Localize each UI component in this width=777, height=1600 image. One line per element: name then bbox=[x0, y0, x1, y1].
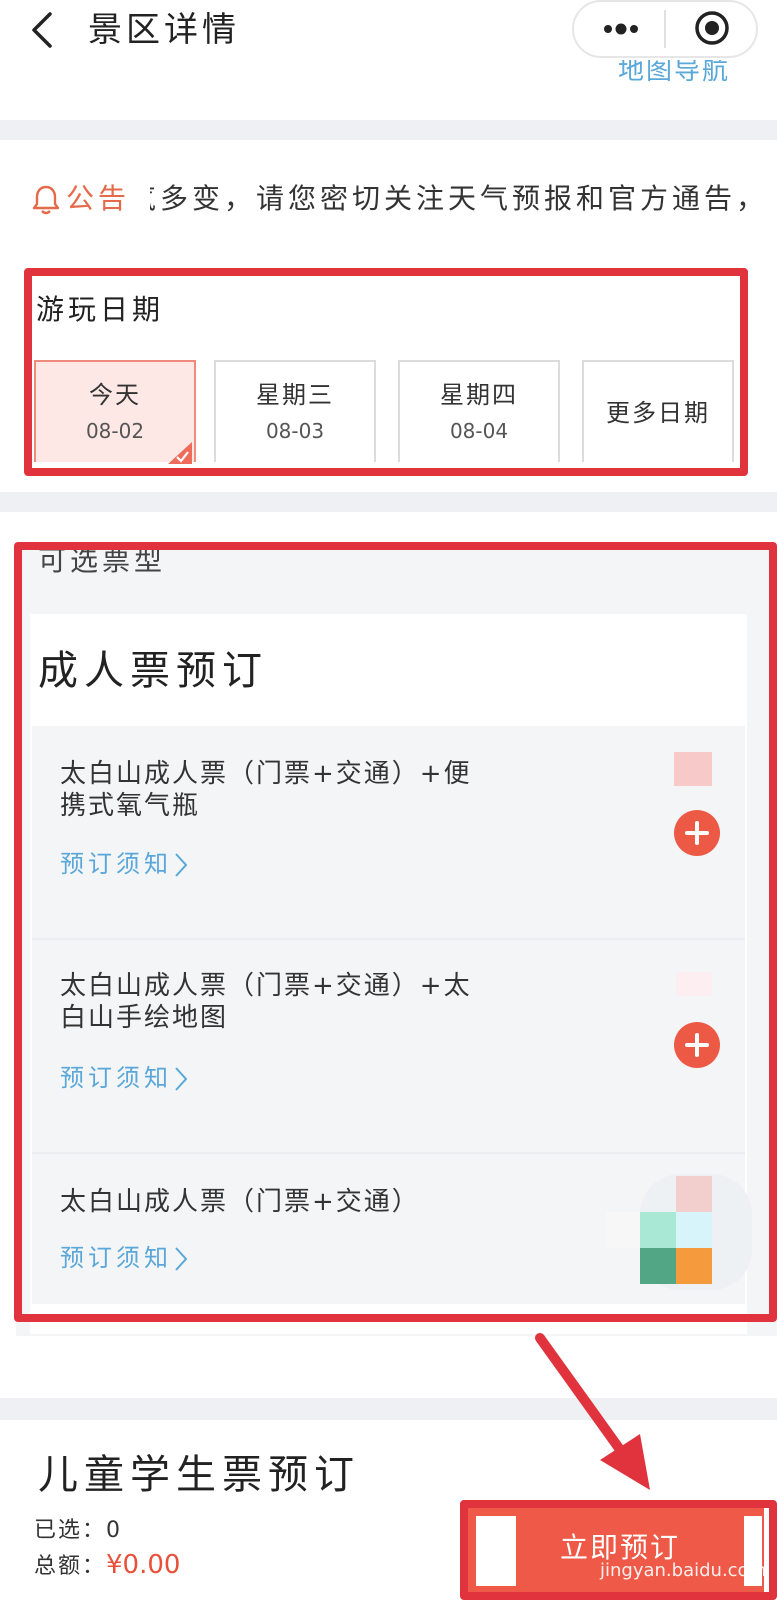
child-ticket-title: 儿童学生票预订 bbox=[38, 1452, 360, 1498]
map-navigation-link[interactable]: 地图导航 bbox=[618, 60, 730, 96]
highlight-book-button bbox=[460, 1500, 777, 1600]
total-label: 总额： bbox=[34, 1554, 107, 1579]
notice-label: 公告 bbox=[66, 182, 131, 215]
notice-text: 天气多变，请您密切关注天气预报和官方通告，合 bbox=[150, 180, 750, 218]
total-row: 总额：¥0.00 bbox=[34, 1548, 180, 1584]
highlight-date-section bbox=[24, 268, 748, 476]
selected-count: 已选：0 bbox=[34, 1516, 122, 1546]
total-amount: ¥0.00 bbox=[106, 1550, 181, 1580]
more-icon[interactable] bbox=[596, 14, 646, 44]
highlight-tickets-section bbox=[14, 542, 777, 1322]
notice-scroll-text: 天气多变，请您密切关注天气预报和官方通告，合 bbox=[150, 182, 750, 215]
section-gap bbox=[0, 492, 777, 512]
back-arrow-icon[interactable] bbox=[26, 8, 66, 52]
section-gap bbox=[0, 1398, 777, 1420]
close-mini-program-icon[interactable] bbox=[692, 8, 732, 48]
section-gap bbox=[0, 120, 777, 140]
capsule-divider bbox=[664, 10, 666, 48]
bell-icon bbox=[32, 185, 60, 215]
annotation-arrow-icon bbox=[535, 1333, 650, 1490]
selected-count-value: 0 bbox=[106, 1518, 123, 1543]
page-title: 景区详情 bbox=[88, 10, 240, 50]
selected-label: 已选： bbox=[34, 1518, 107, 1543]
